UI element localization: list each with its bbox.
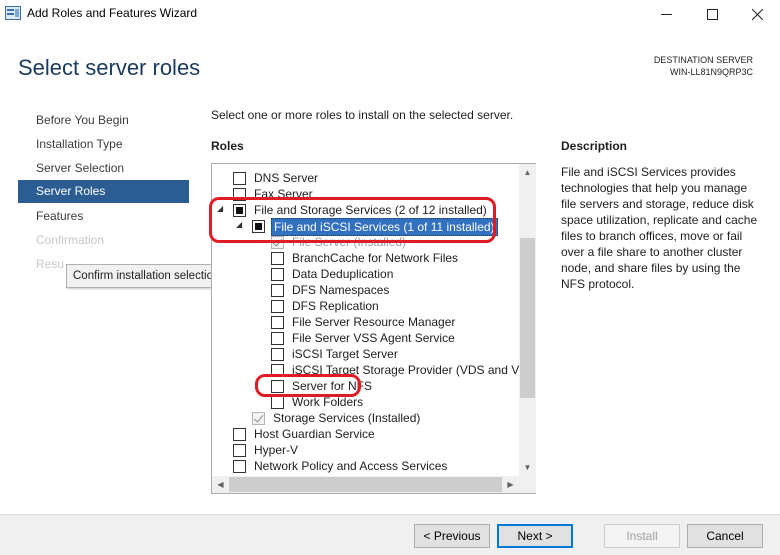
role-label: DFS Namespaces bbox=[292, 283, 390, 297]
role-checkbox[interactable] bbox=[271, 316, 284, 329]
maximize-icon bbox=[706, 8, 718, 20]
arrow-up-icon: ▲ bbox=[523, 168, 532, 177]
role-label: Host Guardian Service bbox=[254, 427, 375, 441]
role-label: iSCSI Target Server bbox=[292, 347, 398, 361]
arrow-down-icon: ▼ bbox=[523, 463, 532, 472]
role-checkbox[interactable] bbox=[233, 172, 246, 185]
arrow-right-icon: ▶ bbox=[507, 480, 514, 489]
role-checkbox[interactable] bbox=[271, 268, 284, 281]
role-label: Network Policy and Access Services bbox=[254, 459, 448, 473]
arrow-left-icon: ◀ bbox=[217, 480, 224, 489]
instruction-text: Select one or more roles to install on t… bbox=[211, 108, 514, 122]
destination-server-label: DESTINATION SERVER bbox=[653, 55, 753, 65]
role-checkbox[interactable] bbox=[271, 396, 284, 409]
role-checkbox[interactable] bbox=[233, 428, 246, 441]
role-label: DFS Replication bbox=[292, 299, 379, 313]
scrollbar-corner bbox=[519, 476, 536, 493]
vertical-scroll-thumb[interactable] bbox=[520, 238, 535, 398]
minimize-button[interactable] bbox=[643, 0, 689, 28]
install-button: Install bbox=[604, 524, 680, 548]
description-heading: Description bbox=[561, 139, 628, 153]
role-checkbox[interactable] bbox=[271, 284, 284, 297]
scroll-up-button[interactable]: ▲ bbox=[519, 164, 536, 181]
description-text: File and iSCSI Services provides technol… bbox=[561, 165, 758, 291]
role-label: DNS Server bbox=[254, 171, 319, 185]
role-label: File Server Resource Manager bbox=[292, 315, 456, 329]
nav-server-selection[interactable]: Server Selection bbox=[18, 157, 189, 180]
server-manager-icon bbox=[5, 6, 21, 20]
nav-features[interactable]: Features bbox=[18, 205, 189, 228]
role-checkbox[interactable] bbox=[271, 300, 284, 313]
nav-confirmation: Confirmation bbox=[36, 233, 105, 247]
minimize-icon bbox=[660, 13, 672, 15]
role-label: Data Deduplication bbox=[292, 267, 394, 281]
role-checkbox[interactable] bbox=[233, 444, 246, 457]
previous-button[interactable]: < Previous bbox=[414, 524, 490, 548]
role-checkbox bbox=[252, 412, 265, 425]
destination-server-name: WIN-LL81N9QRP3C bbox=[669, 67, 753, 77]
highlight-annotation-server-for-nfs bbox=[255, 374, 361, 397]
role-label: Hyper-V bbox=[254, 443, 299, 457]
nav-installation-type[interactable]: Installation Type bbox=[18, 133, 189, 156]
role-checkbox[interactable] bbox=[271, 252, 284, 265]
maximize-button[interactable] bbox=[689, 0, 735, 28]
horizontal-scroll-thumb[interactable] bbox=[229, 477, 512, 492]
role-label: Storage Services (Installed) bbox=[273, 411, 421, 425]
scroll-down-button[interactable]: ▼ bbox=[519, 459, 536, 476]
role-label: BranchCache for Network Files bbox=[292, 251, 459, 265]
scroll-right-button[interactable]: ▶ bbox=[502, 476, 519, 493]
scroll-left-button[interactable]: ◀ bbox=[212, 476, 229, 493]
highlight-annotation-file-services bbox=[209, 197, 496, 243]
role-checkbox[interactable] bbox=[271, 332, 284, 345]
cancel-button[interactable]: Cancel bbox=[687, 524, 763, 548]
role-checkbox[interactable] bbox=[233, 460, 246, 473]
nav-server-roles[interactable]: Server Roles bbox=[18, 180, 189, 203]
page-title: Select server roles bbox=[18, 55, 201, 80]
nav-before-you-begin[interactable]: Before You Begin bbox=[18, 109, 189, 132]
next-button[interactable]: Next > bbox=[497, 524, 573, 548]
close-icon bbox=[751, 8, 763, 20]
window-title: Add Roles and Features Wizard bbox=[27, 6, 198, 20]
close-button[interactable] bbox=[734, 0, 780, 28]
role-label: File Server VSS Agent Service bbox=[292, 331, 455, 345]
roles-heading: Roles bbox=[211, 139, 244, 153]
role-checkbox[interactable] bbox=[271, 348, 284, 361]
